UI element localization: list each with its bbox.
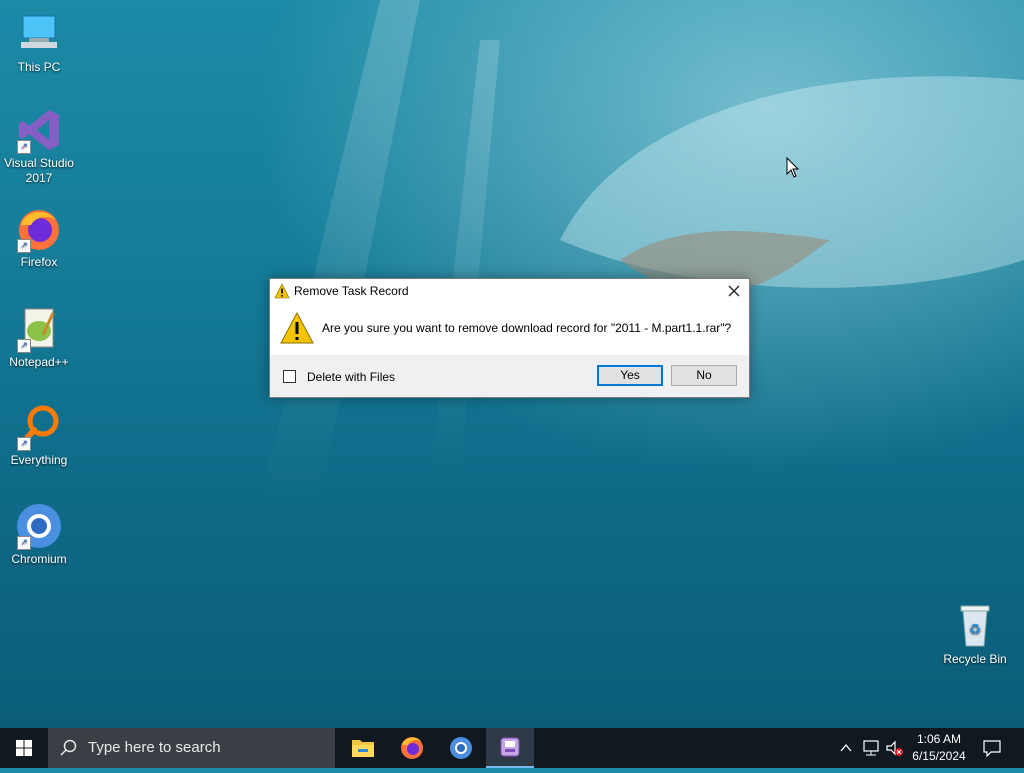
warning-large-icon	[280, 312, 314, 344]
taskbar-chromium[interactable]	[437, 728, 485, 768]
remove-task-record-dialog: Remove Task Record Are you sure you want…	[269, 278, 750, 398]
notepad-plus-plus-icon: ↗	[15, 305, 63, 353]
visual-studio-icon: ↗	[15, 106, 63, 154]
file-explorer-icon	[352, 740, 374, 757]
recycle-bin-icon: ♻	[951, 602, 999, 650]
everything-icon: ↗	[15, 403, 63, 451]
chromium-icon	[450, 737, 472, 759]
delete-with-files-label[interactable]: Delete with Files	[307, 370, 395, 384]
shortcut-arrow-icon: ↗	[17, 140, 31, 154]
volume-muted-icon[interactable]	[885, 739, 905, 757]
clock-time: 1:06 AM	[916, 732, 962, 746]
desktop-icon-firefox[interactable]: ↗ Firefox	[1, 205, 77, 270]
taskbar-file-explorer[interactable]	[339, 728, 387, 768]
desktop-icon-notepad-plus-plus[interactable]: ↗ Notepad++	[1, 305, 77, 370]
desktop-icon-label: Visual Studio 2017	[4, 156, 74, 185]
desktop-icon-visual-studio[interactable]: ↗ Visual Studio 2017	[1, 106, 77, 186]
dialog-titlebar[interactable]: Remove Task Record	[270, 279, 749, 303]
this-pc-icon	[15, 10, 63, 58]
shortcut-arrow-icon: ↗	[17, 437, 31, 451]
taskbar-clock[interactable]: 1:06 AM 6/15/2024	[904, 731, 974, 765]
taskbar-download-manager[interactable]	[486, 728, 534, 768]
desktop-icon-label: Firefox	[20, 255, 58, 269]
desktop-icon-label: Chromium	[11, 552, 67, 566]
shortcut-arrow-icon: ↗	[17, 536, 31, 550]
start-button[interactable]	[0, 728, 48, 768]
dialog-title: Remove Task Record	[294, 284, 409, 298]
clock-date: 6/15/2024	[912, 749, 966, 763]
shortcut-arrow-icon: ↗	[17, 339, 31, 353]
dialog-message: Are you sure you want to remove download…	[322, 321, 732, 335]
network-icon[interactable]	[862, 739, 882, 757]
warning-icon	[274, 283, 290, 299]
desktop-icon-recycle-bin[interactable]: ♻ Recycle Bin	[937, 602, 1013, 667]
desktop-icon-this-pc[interactable]: This PC	[1, 10, 77, 75]
download-manager-icon	[500, 737, 520, 757]
firefox-icon	[401, 737, 423, 759]
firefox-icon: ↗	[15, 205, 63, 253]
mouse-cursor-icon	[786, 157, 800, 178]
taskbar-search-box[interactable]: Type here to search	[48, 728, 335, 768]
desktop-icon-label: Everything	[10, 453, 68, 467]
taskbar-firefox[interactable]	[388, 728, 436, 768]
no-button[interactable]: No	[671, 365, 737, 386]
windows-logo-icon	[16, 740, 32, 756]
chromium-icon: ↗	[15, 502, 63, 550]
desktop-icon-label: Recycle Bin	[943, 652, 1007, 666]
chevron-up-icon[interactable]	[839, 740, 853, 756]
svg-text:♻: ♻	[969, 622, 982, 638]
search-icon	[60, 739, 77, 756]
close-button[interactable]	[719, 279, 749, 303]
yes-button[interactable]: Yes	[597, 365, 663, 386]
notification-center-icon[interactable]	[982, 739, 1002, 757]
close-icon	[728, 285, 740, 297]
dialog-footer: Delete with Files Yes No	[270, 355, 749, 397]
desktop-icon-everything[interactable]: ↗ Everything	[1, 403, 77, 468]
desktop-icon-chromium[interactable]: ↗ Chromium	[1, 502, 77, 567]
shortcut-arrow-icon: ↗	[17, 239, 31, 253]
search-placeholder: Type here to search	[88, 739, 221, 756]
delete-with-files-checkbox[interactable]	[283, 370, 296, 383]
desktop-icon-label: This PC	[17, 60, 61, 74]
desktop-icon-label: Notepad++	[9, 355, 69, 369]
taskbar: Type here to search 1:06 AM 6/15/2024	[0, 728, 1024, 768]
